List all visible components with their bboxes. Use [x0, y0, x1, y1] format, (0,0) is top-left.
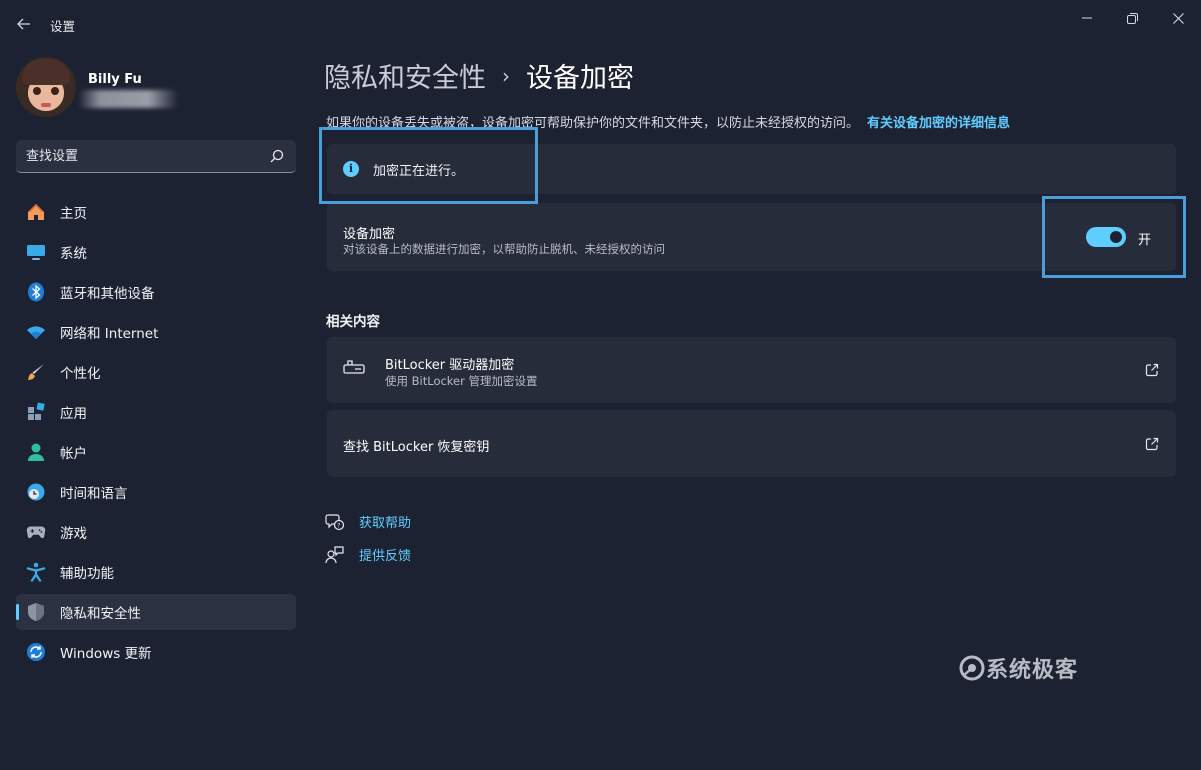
clock-globe-icon [26, 482, 46, 502]
monitor-icon [26, 242, 46, 262]
bitlocker-title: BitLocker 驱动器加密 [385, 358, 515, 373]
search-icon[interactable] [270, 149, 284, 163]
breadcrumb-parent[interactable]: 隐私和安全性 [324, 56, 486, 95]
recovery-key-card[interactable]: 查找 BitLocker 恢复密钥 [327, 410, 1176, 477]
sidebar-item-label: 隐私和安全性 [60, 606, 141, 622]
sidebar-item-label: 应用 [60, 406, 87, 422]
sidebar-item-label: 个性化 [60, 366, 101, 382]
avatar[interactable] [16, 57, 76, 117]
device-encryption-title: 设备加密 [343, 227, 396, 242]
drive-key-icon [343, 360, 365, 374]
minimize-icon [1082, 17, 1092, 19]
sidebar-nav: 主页 系统 蓝牙和其他设备 网络和 Internet 个性化 应用 帐户 时间和… [16, 194, 296, 674]
feedback-link[interactable]: 提供反馈 [325, 545, 411, 564]
watermark-logo-icon [959, 655, 985, 681]
highlight-box-info [319, 127, 538, 204]
watermark: 系统极客 [958, 652, 1078, 684]
arrow-left-icon [17, 18, 30, 30]
sidebar-item-windows-update[interactable]: Windows 更新 [16, 634, 296, 670]
sidebar-item-label: 主页 [60, 206, 87, 222]
get-help-label: 获取帮助 [359, 516, 412, 531]
bluetooth-icon [26, 282, 46, 302]
apps-icon [26, 402, 46, 422]
sidebar-item-label: 游戏 [60, 526, 87, 542]
sidebar-item-bluetooth[interactable]: 蓝牙和其他设备 [16, 274, 296, 310]
sidebar-item-home[interactable]: 主页 [16, 194, 296, 230]
breadcrumb-separator: › [502, 63, 510, 88]
search-box[interactable] [16, 140, 296, 173]
minimize-button[interactable] [1072, 6, 1102, 30]
search-input[interactable] [26, 140, 266, 172]
app-title: 设置 [50, 19, 76, 34]
sidebar-item-label: 帐户 [60, 446, 87, 462]
close-icon [1172, 12, 1184, 24]
person-icon [26, 442, 46, 462]
sidebar-item-accounts[interactable]: 帐户 [16, 434, 296, 470]
title-bar: 设置 [0, 0, 1201, 48]
external-link-icon [1145, 437, 1159, 451]
sidebar-item-time-language[interactable]: 时间和语言 [16, 474, 296, 510]
sidebar-item-label: 时间和语言 [60, 486, 128, 502]
breadcrumb: 隐私和安全性 › 设备加密 [324, 56, 634, 95]
sidebar-item-accessibility[interactable]: 辅助功能 [16, 554, 296, 590]
bitlocker-card[interactable]: BitLocker 驱动器加密 使用 BitLocker 管理加密设置 [327, 337, 1176, 403]
sidebar-item-label: 辅助功能 [60, 566, 114, 582]
feedback-icon [325, 545, 344, 563]
sidebar-item-label: 网络和 Internet [60, 326, 159, 342]
close-button[interactable] [1163, 6, 1193, 30]
sidebar-item-label: Windows 更新 [60, 646, 152, 662]
device-encryption-subtitle: 对该设备上的数据进行加密，以帮助防止脱机、未经授权的访问 [343, 242, 665, 256]
recovery-key-title: 查找 BitLocker 恢复密钥 [343, 440, 490, 455]
user-name: Billy Fu [88, 72, 142, 87]
learn-more-link[interactable]: 有关设备加密的详细信息 [867, 116, 1010, 131]
sidebar-item-privacy-security[interactable]: 隐私和安全性 [16, 594, 296, 630]
sidebar-item-label: 系统 [60, 246, 87, 262]
wifi-icon [26, 322, 46, 342]
sidebar-item-gaming[interactable]: 游戏 [16, 514, 296, 550]
sidebar-item-apps[interactable]: 应用 [16, 394, 296, 430]
get-help-link[interactable]: ? 获取帮助 [325, 512, 411, 531]
bitlocker-subtitle: 使用 BitLocker 管理加密设置 [385, 374, 538, 388]
highlight-box-toggle [1042, 196, 1186, 278]
restore-button[interactable] [1117, 6, 1147, 30]
external-link-icon [1145, 363, 1159, 377]
user-email-blurred [80, 90, 178, 108]
shield-icon [26, 602, 46, 622]
sidebar-item-personalization[interactable]: 个性化 [16, 354, 296, 390]
sidebar-item-network[interactable]: 网络和 Internet [16, 314, 296, 350]
back-button[interactable] [14, 12, 34, 36]
watermark-text: 系统极客 [986, 658, 1079, 683]
home-icon [26, 202, 46, 222]
accessibility-icon [26, 562, 46, 582]
sidebar-item-label: 蓝牙和其他设备 [60, 286, 155, 302]
restore-icon [1126, 12, 1138, 24]
brush-icon [26, 362, 46, 382]
update-icon [26, 642, 46, 662]
page-title: 设备加密 [526, 63, 634, 94]
feedback-label: 提供反馈 [359, 549, 412, 564]
gamepad-icon [26, 522, 46, 542]
svg-text:?: ? [337, 522, 340, 529]
help-chat-icon: ? [325, 513, 345, 530]
related-heading: 相关内容 [326, 314, 380, 330]
sidebar-item-system[interactable]: 系统 [16, 234, 296, 270]
